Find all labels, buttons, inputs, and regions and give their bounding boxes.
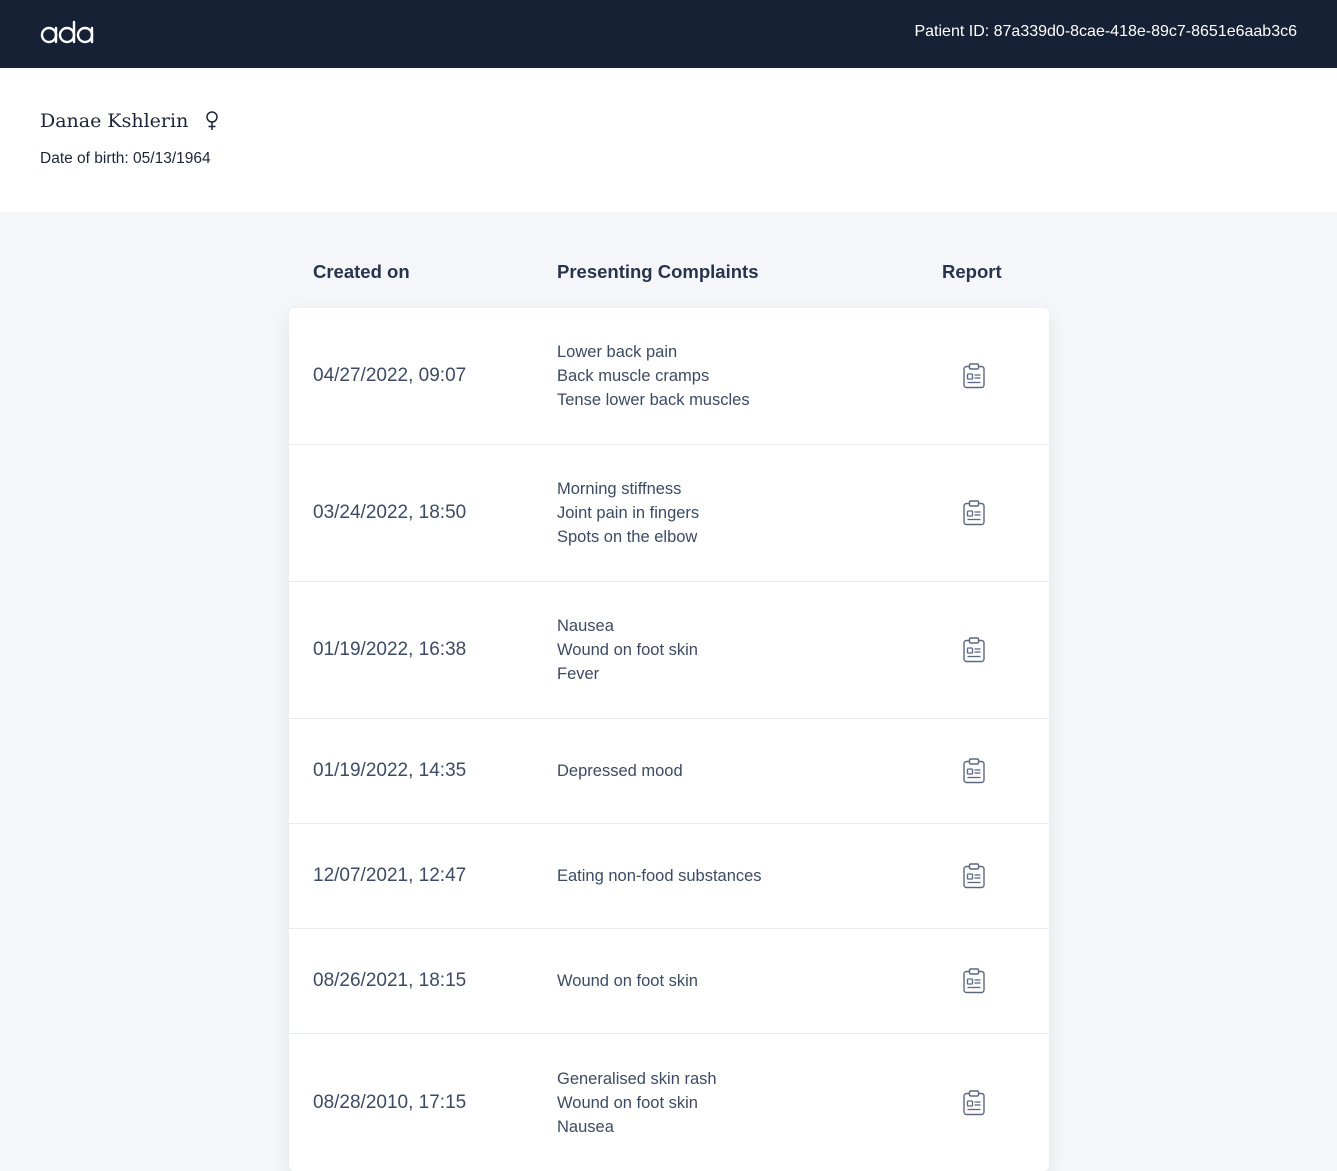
complaint-item: Depressed mood xyxy=(557,762,683,780)
complaint-item: Morning stiffness xyxy=(557,480,682,498)
complaint-item: Fever xyxy=(557,665,600,683)
complaint-item: Joint pain in fingers xyxy=(557,504,700,522)
complaint-item: Nausea xyxy=(557,617,614,635)
complaints-cell: Lower back pain Back muscle cramps Tense l… xyxy=(557,340,750,412)
complaint-item: Generalised skin rash xyxy=(557,1069,717,1088)
patient-name: Danae Kshlerin xyxy=(40,110,189,132)
created-on-cell: 08/26/2021, 18:15 xyxy=(313,970,467,991)
report-clipboard-icon[interactable] xyxy=(962,863,986,889)
table-row: 03/24/2022, 18:50 Morning stiffness Joint … xyxy=(289,445,1049,582)
date-of-birth: Date of birth: 05/13/1964 xyxy=(40,150,211,167)
column-header-report: Report xyxy=(942,261,1002,282)
report-clipboard-icon[interactable] xyxy=(962,637,986,663)
report-clipboard-icon[interactable] xyxy=(962,758,986,784)
created-on-cell: 01/19/2022, 16:38 xyxy=(313,639,467,660)
report-clipboard-icon[interactable] xyxy=(962,1089,986,1116)
table-row: 01/19/2022, 14:35 Depressed mood xyxy=(289,719,1049,824)
column-header-complaints: Presenting Complaints xyxy=(557,261,759,282)
table-row: 08/28/2010, 17:15 Generalised skin rash Wo… xyxy=(289,1034,1049,1171)
created-on-cell: 04/27/2022, 09:07 xyxy=(313,365,467,386)
table-row: 12/07/2021, 12:47 Eating non-food substan… xyxy=(289,824,1049,929)
patient-header: Danae Kshlerin Date of birth: 05/13/1964 xyxy=(0,68,1337,212)
column-header-created-on: Created on xyxy=(313,261,410,282)
report-clipboard-icon[interactable] xyxy=(962,363,986,389)
complaint-item: Wound on foot skin xyxy=(557,641,698,659)
complaints-cell: Depressed mood xyxy=(557,759,683,783)
created-on-cell: 01/19/2022, 14:35 xyxy=(313,760,467,781)
table-header: Created on Presenting Complaints Report xyxy=(289,244,1049,308)
complaint-item: Nausea xyxy=(557,1117,614,1136)
complaints-cell: Eating non-food substances xyxy=(557,864,762,888)
complaint-item: Tense lower back muscles xyxy=(557,391,750,409)
created-on-cell: 03/24/2022, 18:50 xyxy=(313,502,467,523)
table-body: 04/27/2022, 09:07 Lower back pain Back mus… xyxy=(289,308,1049,1171)
complaint-item: Wound on foot skin xyxy=(557,1093,698,1112)
complaints-cell: Generalised skin rash Wound on foot skin N… xyxy=(557,1067,717,1139)
created-on-cell: 12/07/2021, 12:47 xyxy=(313,865,467,886)
table-row: 01/19/2022, 16:38 Nausea Wound on foot ski… xyxy=(289,582,1049,719)
patient-id: Patient ID: 87a339d0-8cae-418e-89c7-8651… xyxy=(914,23,1297,40)
complaints-cell: Morning stiffness Joint pain in fingers Sp… xyxy=(557,477,699,549)
table-row: 04/27/2022, 09:07 Lower back pain Back mus… xyxy=(289,308,1049,445)
assessments-table: Created on Presenting Complaints Report … xyxy=(289,244,1049,1171)
report-clipboard-icon[interactable] xyxy=(962,968,986,994)
report-clipboard-icon[interactable] xyxy=(962,500,986,526)
complaint-item: Eating non-food substances xyxy=(557,867,762,885)
complaint-item: Back muscle cramps xyxy=(557,367,710,385)
female-icon xyxy=(206,111,219,130)
complaints-cell: Nausea Wound on foot skin Fever xyxy=(557,614,698,686)
table-row: 08/26/2021, 18:15 Wound on foot skin xyxy=(289,929,1049,1034)
complaint-item: Lower back pain xyxy=(557,343,678,361)
patient-name-row: Danae Kshlerin xyxy=(40,110,220,132)
top-bar: Patient ID: 87a339d0-8cae-418e-89c7-8651… xyxy=(0,0,1337,68)
complaint-item: Wound on foot skin xyxy=(557,972,698,990)
complaints-cell: Wound on foot skin xyxy=(557,969,698,993)
ada-logo[interactable] xyxy=(40,20,94,48)
complaint-item: Spots on the elbow xyxy=(557,528,698,546)
created-on-cell: 08/28/2010, 17:15 xyxy=(313,1091,467,1113)
